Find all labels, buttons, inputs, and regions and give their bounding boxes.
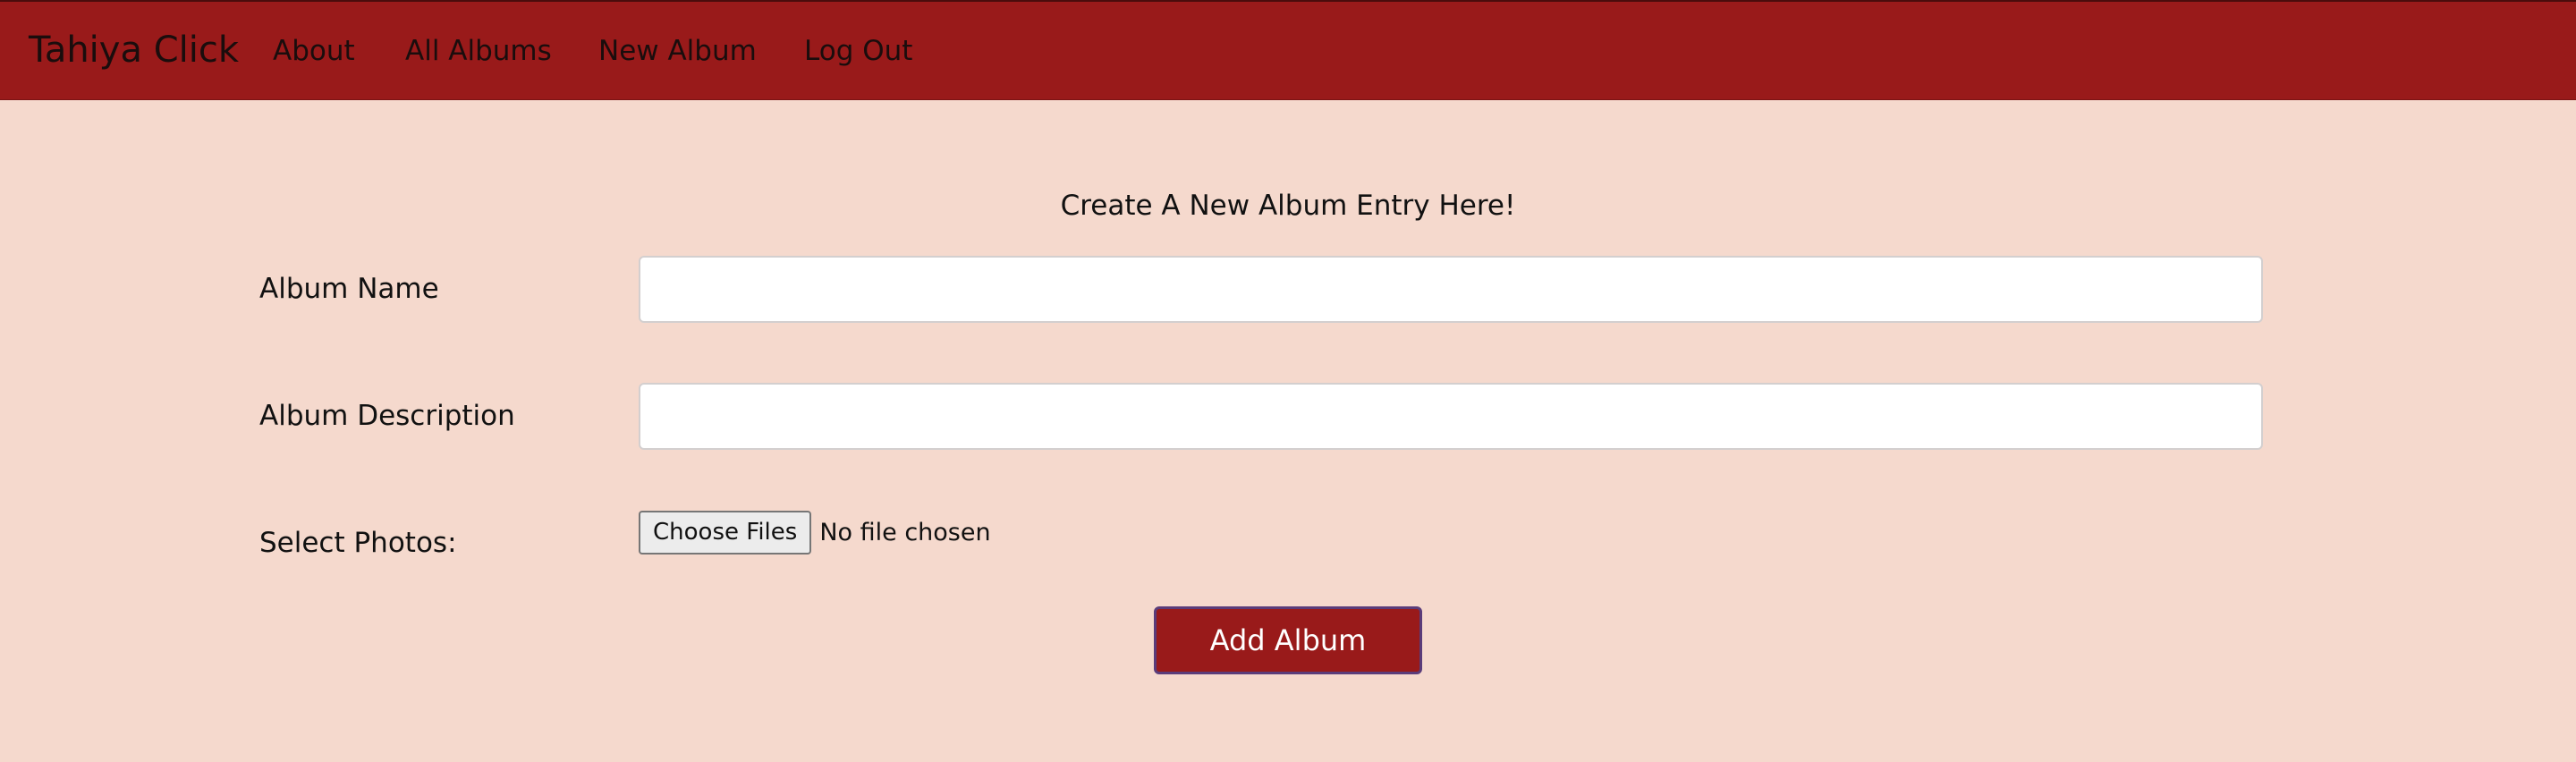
nav-link-log-out[interactable]: Log Out [804,31,912,71]
choose-files-button[interactable]: Choose Files [639,510,812,555]
nav-link-about[interactable]: About [273,31,355,71]
brand-link[interactable]: Tahiya Click [29,25,239,75]
album-description-input[interactable] [639,383,2263,450]
file-picker: Choose Files No file chosen [639,510,991,555]
file-status-text: No file chosen [819,518,991,546]
select-photos-label: Select Photos: [259,527,457,559]
add-album-button[interactable]: Add Album [1154,606,1422,674]
nav-link-all-albums[interactable]: All Albums [405,31,552,71]
album-description-label: Album Description [259,400,515,432]
album-name-input[interactable] [639,256,2263,323]
form-heading: Create A New Album Entry Here! [1060,190,1516,222]
navbar: Tahiya Click About All Albums New Album … [0,0,2576,100]
nav-link-new-album[interactable]: New Album [598,31,757,71]
album-name-label: Album Name [259,273,439,305]
